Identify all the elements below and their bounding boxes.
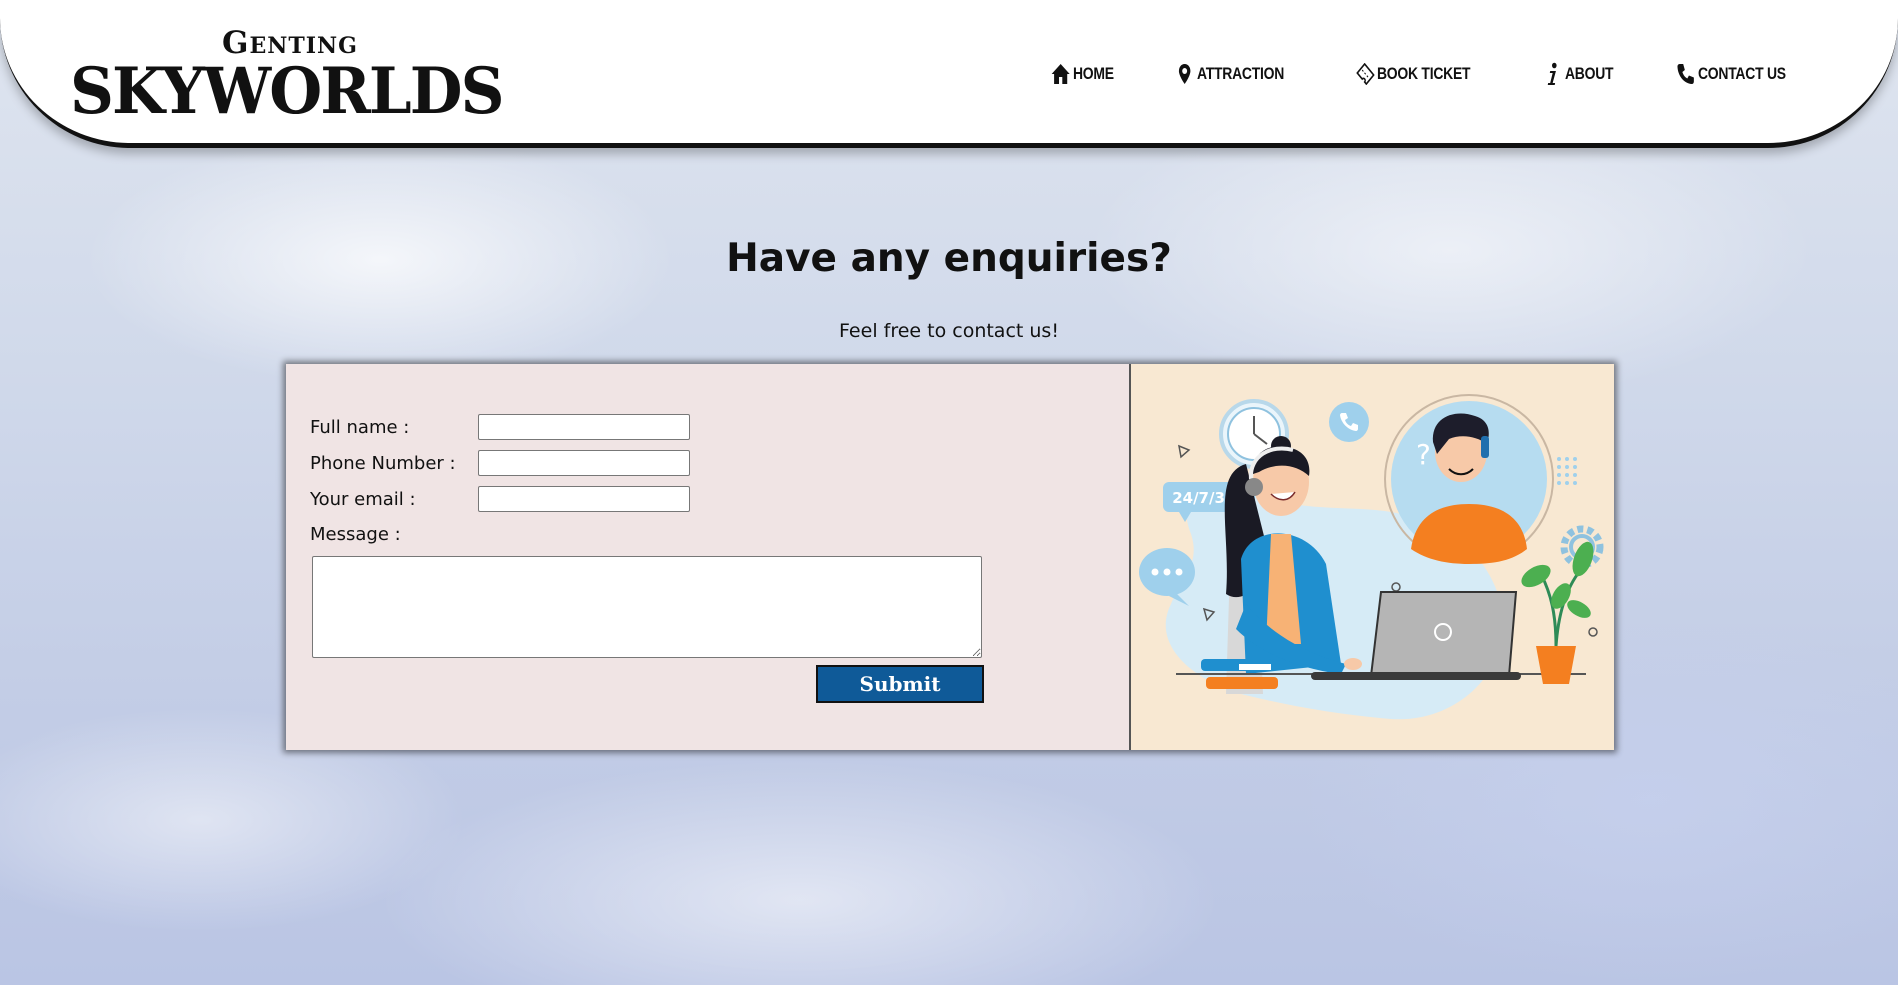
phone-number-label: Phone Number :	[310, 452, 456, 474]
home-icon	[1050, 62, 1071, 86]
map-pin-icon	[1174, 62, 1195, 86]
nav-item-about[interactable]: ABOUT	[1542, 62, 1613, 86]
email-row: Your email :	[310, 486, 690, 512]
phone-icon	[1675, 62, 1696, 86]
email-label: Your email :	[310, 488, 416, 510]
contact-card: Full name : Phone Number : Your email : …	[286, 364, 1614, 750]
nav-item-book-ticket[interactable]: BOOK TICKET	[1354, 62, 1471, 86]
plant-icon	[1521, 541, 1594, 684]
full-name-input[interactable]	[478, 414, 690, 440]
nav-item-label: ATTRACTION	[1196, 64, 1284, 83]
nav-item-contact-us[interactable]: CONTACT US	[1675, 62, 1786, 86]
phone-number-row: Phone Number :	[310, 450, 690, 476]
full-name-row: Full name :	[310, 414, 690, 440]
main-nav: HOME ATTRACTION BOOK TICKET ABOUT CONTAC…	[1050, 60, 1856, 88]
submit-button[interactable]: Submit	[816, 665, 984, 703]
customer-support-illustration: 24/7/365 ?	[1131, 364, 1614, 750]
nav-item-label: CONTACT US	[1697, 64, 1786, 83]
nav-item-home[interactable]: HOME	[1050, 62, 1114, 86]
nav-item-label: HOME	[1072, 64, 1114, 83]
message-label: Message :	[310, 524, 401, 545]
dots-decoration	[1557, 457, 1577, 485]
message-textarea[interactable]	[312, 556, 982, 658]
illustration-svg: 24/7/365 ?	[1139, 394, 1604, 720]
full-name-label: Full name :	[310, 416, 410, 438]
contact-form: Full name : Phone Number : Your email : …	[286, 364, 1131, 750]
nav-item-label: BOOK TICKET	[1377, 64, 1471, 83]
logo-main-text: SKYWORLDS	[70, 54, 504, 129]
site-header: Genting SKYWORLDS HOME ATTRACTION BOOK T…	[0, 0, 1898, 148]
nav-item-label: ABOUT	[1564, 64, 1614, 83]
svg-text:?: ?	[1416, 438, 1431, 471]
man-on-phone: ?	[1384, 394, 1554, 564]
email-input[interactable]	[478, 486, 690, 512]
page-title: Have any enquiries?	[726, 236, 1172, 281]
phone-bubble-icon	[1329, 402, 1369, 442]
page-subtitle: Feel free to contact us!	[839, 320, 1059, 342]
ticket-icon	[1354, 62, 1375, 86]
nav-item-attraction[interactable]: ATTRACTION	[1174, 62, 1284, 86]
info-icon	[1542, 62, 1563, 86]
genting-skyworlds-logo[interactable]: Genting SKYWORLDS	[70, 26, 530, 130]
phone-number-input[interactable]	[478, 450, 690, 476]
